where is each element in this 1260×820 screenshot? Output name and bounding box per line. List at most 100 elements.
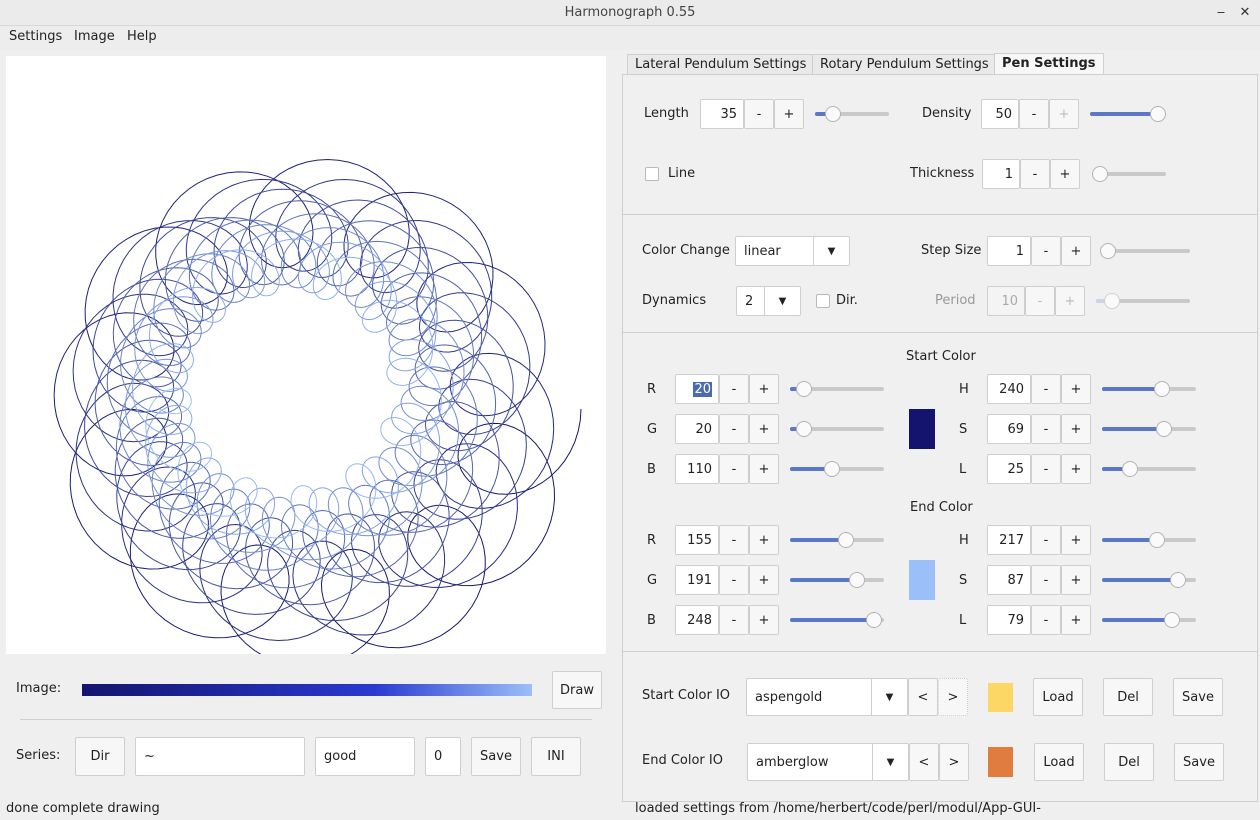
start-color-r-slider[interactable]: [790, 381, 884, 397]
series-ini-button[interactable]: INI: [531, 737, 581, 776]
end-color-r-slider[interactable]: [790, 532, 884, 548]
end-color-b-minus-button[interactable]: -: [719, 605, 749, 635]
end-color-g-input[interactable]: 191: [675, 565, 719, 595]
start-color-s-input[interactable]: 69: [987, 414, 1031, 444]
density-input[interactable]: 50: [981, 99, 1019, 129]
end-color-s-plus-button[interactable]: +: [1061, 565, 1091, 595]
end-color-h-minus-button[interactable]: -: [1031, 525, 1061, 555]
draw-button[interactable]: Draw: [552, 671, 602, 709]
start-color-save-button[interactable]: Save: [1173, 678, 1223, 716]
start-color-l-slider[interactable]: [1102, 461, 1196, 477]
start-color-b-input[interactable]: 110: [675, 454, 719, 484]
series-name-input[interactable]: good: [315, 737, 415, 776]
color-change-select[interactable]: linear ▼: [735, 236, 850, 266]
step-size-input[interactable]: 1: [987, 236, 1031, 266]
end-color-del-button[interactable]: Del: [1104, 743, 1154, 781]
thickness-slider[interactable]: [1092, 166, 1166, 182]
line-checkbox[interactable]: [645, 167, 659, 181]
end-color-s-minus-button[interactable]: -: [1031, 565, 1061, 595]
start-color-g-minus-button[interactable]: -: [719, 414, 749, 444]
density-minus-button[interactable]: -: [1019, 99, 1049, 129]
start-color-b-minus-button[interactable]: -: [719, 454, 749, 484]
end-color-save-button[interactable]: Save: [1174, 743, 1224, 781]
length-input[interactable]: 35: [700, 99, 744, 129]
menu-image[interactable]: Image: [74, 26, 115, 50]
start-color-g-slider[interactable]: [790, 421, 884, 437]
menu-help[interactable]: Help: [127, 26, 157, 50]
density-plus-button[interactable]: +: [1049, 99, 1079, 129]
step-size-slider[interactable]: [1100, 243, 1190, 259]
end-color-h-input[interactable]: 217: [987, 525, 1031, 555]
period-input[interactable]: 10: [987, 286, 1025, 316]
end-color-r-plus-button[interactable]: +: [749, 525, 779, 555]
end-color-prev-button[interactable]: <: [909, 743, 939, 781]
period-slider[interactable]: [1096, 293, 1190, 309]
end-color-l-plus-button[interactable]: +: [1061, 605, 1091, 635]
end-color-r-minus-button[interactable]: -: [719, 525, 749, 555]
thickness-input[interactable]: 1: [982, 159, 1020, 189]
end-color-g-slider[interactable]: [790, 572, 884, 588]
start-color-h-slider[interactable]: [1102, 381, 1196, 397]
start-color-l-minus-button[interactable]: -: [1031, 454, 1061, 484]
start-color-l-plus-button[interactable]: +: [1061, 454, 1091, 484]
end-color-r-input[interactable]: 155: [675, 525, 719, 555]
tab-lateral-pendulum[interactable]: Lateral Pendulum Settings: [627, 54, 815, 75]
drawing-canvas[interactable]: [6, 56, 606, 667]
start-color-l-input[interactable]: 25: [987, 454, 1031, 484]
start-color-r-minus-button[interactable]: -: [719, 374, 749, 404]
series-number-input[interactable]: 0: [425, 737, 461, 776]
tab-rotary-pendulum[interactable]: Rotary Pendulum Settings: [812, 54, 997, 75]
thickness-plus-button[interactable]: +: [1050, 159, 1080, 189]
start-color-h-plus-button[interactable]: +: [1061, 374, 1091, 404]
start-color-b-slider[interactable]: [790, 461, 884, 477]
end-color-h-slider[interactable]: [1102, 532, 1196, 548]
start-color-g-input[interactable]: 20: [675, 414, 719, 444]
end-color-g-minus-button[interactable]: -: [719, 565, 749, 595]
dir-checkbox[interactable]: [816, 294, 830, 308]
series-path-input[interactable]: ~: [135, 737, 305, 776]
start-color-next-button[interactable]: >: [938, 678, 968, 716]
start-color-io-select[interactable]: aspengold ▼: [746, 678, 908, 716]
start-color-s-slider[interactable]: [1102, 421, 1196, 437]
step-size-plus-button[interactable]: +: [1061, 236, 1091, 266]
end-color-next-button[interactable]: >: [939, 743, 969, 781]
end-color-b-input[interactable]: 248: [675, 605, 719, 635]
start-color-r-plus-button[interactable]: +: [749, 374, 779, 404]
end-color-h-plus-button[interactable]: +: [1061, 525, 1091, 555]
start-color-s-minus-button[interactable]: -: [1031, 414, 1061, 444]
length-slider[interactable]: [815, 106, 889, 122]
series-dir-button[interactable]: Dir: [75, 737, 125, 776]
start-color-h-input[interactable]: 240: [987, 374, 1031, 404]
end-color-l-minus-button[interactable]: -: [1031, 605, 1061, 635]
close-icon[interactable]: ✕: [1235, 3, 1255, 23]
period-minus-button[interactable]: -: [1025, 286, 1055, 316]
series-save-button[interactable]: Save: [471, 737, 521, 776]
end-color-b-slider[interactable]: [790, 612, 884, 628]
length-minus-button[interactable]: -: [744, 99, 774, 129]
end-color-io-select[interactable]: amberglow ▼: [747, 743, 909, 781]
start-color-del-button[interactable]: Del: [1103, 678, 1153, 716]
end-color-load-button[interactable]: Load: [1034, 743, 1084, 781]
thickness-minus-button[interactable]: -: [1020, 159, 1050, 189]
period-plus-button[interactable]: +: [1055, 286, 1085, 316]
end-color-l-slider[interactable]: [1102, 612, 1196, 628]
step-size-minus-button[interactable]: -: [1031, 236, 1061, 266]
dynamics-select[interactable]: 2 ▼: [736, 286, 801, 316]
start-color-b-plus-button[interactable]: +: [749, 454, 779, 484]
start-color-g-plus-button[interactable]: +: [749, 414, 779, 444]
menu-settings[interactable]: Settings: [9, 26, 62, 50]
start-color-r-input[interactable]: 20: [675, 374, 719, 404]
start-color-h-minus-button[interactable]: -: [1031, 374, 1061, 404]
start-color-s-plus-button[interactable]: +: [1061, 414, 1091, 444]
end-color-g-plus-button[interactable]: +: [749, 565, 779, 595]
end-color-s-slider[interactable]: [1102, 572, 1196, 588]
tab-pen-settings[interactable]: Pen Settings: [994, 53, 1104, 76]
end-color-b-plus-button[interactable]: +: [749, 605, 779, 635]
start-color-prev-button[interactable]: <: [908, 678, 938, 716]
end-color-s-input[interactable]: 87: [987, 565, 1031, 595]
minimize-icon[interactable]: ‒: [1211, 3, 1231, 23]
length-plus-button[interactable]: +: [774, 99, 804, 129]
end-color-l-input[interactable]: 79: [987, 605, 1031, 635]
density-slider[interactable]: [1090, 106, 1166, 122]
start-color-load-button[interactable]: Load: [1033, 678, 1083, 716]
